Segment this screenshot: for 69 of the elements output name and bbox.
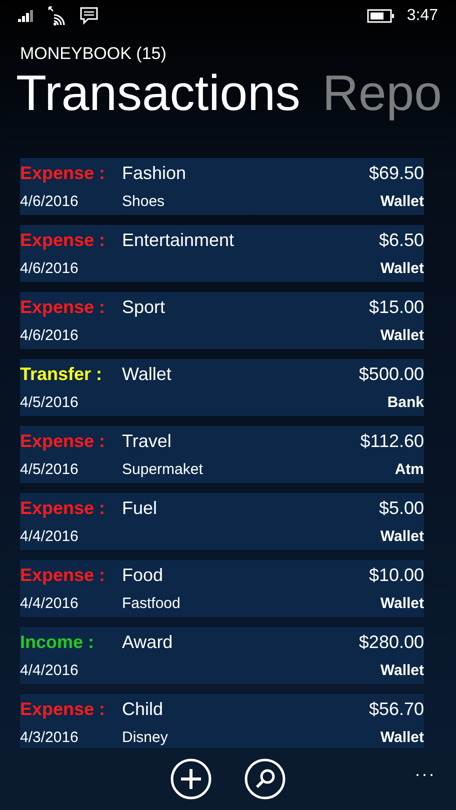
transaction-category: Fuel (122, 498, 158, 519)
transaction-date: 4/5/2016 (20, 394, 80, 412)
transaction-type: Expense : (20, 698, 106, 720)
transaction-account: Wallet (380, 528, 424, 546)
transaction-account: Wallet (380, 729, 424, 746)
transaction-account: Bank (387, 394, 424, 412)
transaction-note: Supermaket (122, 461, 204, 478)
message-icon (80, 7, 98, 25)
transaction-date: 4/4/2016 (20, 528, 80, 546)
transaction-account: Wallet (380, 662, 424, 680)
transaction-amount: $10.00 (368, 564, 424, 586)
transaction-item[interactable]: Transfer : Wallet $500.00 4/5/2016 Bank (20, 359, 424, 416)
transaction-date: 4/6/2016 (20, 193, 80, 210)
transaction-item[interactable]: Expense : Sport $15.00 4/6/2016 Wallet (20, 292, 424, 349)
transaction-type: Transfer : (20, 364, 104, 385)
transaction-type: Expense : (20, 430, 106, 452)
transaction-date: 4/6/2016 (20, 260, 80, 278)
transaction-type: Expense : (20, 230, 106, 251)
transaction-account: Wallet (380, 327, 424, 344)
transaction-amount: $56.70 (368, 698, 424, 720)
pivot-tab[interactable]: Repo (322, 64, 442, 122)
transaction-type: Expense : (20, 296, 106, 318)
clock-time: 3:47 (406, 7, 438, 25)
transaction-amount: $15.00 (368, 296, 424, 318)
transaction-item[interactable]: Expense : Child $56.70 4/3/2016 Disney Wallet (20, 694, 424, 748)
search-icon[interactable] (244, 758, 286, 800)
transaction-category: Award (122, 632, 174, 653)
transaction-item[interactable]: Expense : Fuel $5.00 4/4/2016 Wallet (20, 493, 424, 550)
transaction-amount: $6.50 (378, 230, 424, 251)
transaction-item[interactable]: Expense : Entertainment $6.50 4/6/2016 Wallet (20, 225, 424, 282)
transaction-category: Sport (122, 296, 166, 318)
transaction-amount: $69.50 (368, 162, 424, 184)
transaction-type: Expense : (20, 162, 106, 184)
transaction-date: 4/3/2016 (20, 729, 80, 746)
transaction-item[interactable]: Income : Award $280.00 4/4/2016 Wallet (20, 627, 424, 684)
transaction-item[interactable]: Expense : Travel $112.60 4/5/2016 Supermaket Atm (20, 426, 424, 483)
pivot-tab[interactable]: Transactions (16, 64, 300, 122)
transaction-amount: $112.60 (360, 430, 424, 452)
transaction-item[interactable]: Expense : Food $10.00 4/4/2016 Fastfood Wallet (20, 560, 424, 617)
transaction-type: Expense : (20, 564, 106, 586)
signal-icon (18, 10, 36, 22)
wifi-icon (48, 6, 68, 26)
transaction-type: Expense : (20, 498, 106, 519)
transaction-category: Entertainment (122, 230, 236, 251)
transaction-note: Disney (122, 729, 169, 746)
transaction-date: 4/5/2016 (20, 461, 80, 478)
transaction-item[interactable]: Expense : Fashion $69.50 4/6/2016 Shoes Wallet (20, 158, 424, 215)
transaction-account: Wallet (380, 193, 424, 210)
transaction-account: Wallet (380, 260, 424, 278)
transaction-category: Food (122, 564, 164, 586)
transaction-category: Fashion (122, 162, 188, 184)
transaction-type: Income : (20, 632, 96, 653)
app-title: MONEYBOOK (15) (20, 44, 168, 64)
transaction-date: 4/4/2016 (20, 662, 80, 680)
add-icon[interactable] (170, 758, 212, 800)
more-button[interactable]: ... (414, 760, 436, 781)
transaction-category: Child (122, 698, 164, 720)
transaction-date: 4/6/2016 (20, 327, 80, 344)
transaction-category: Wallet (122, 364, 172, 385)
battery-icon (366, 9, 395, 23)
transaction-note: Shoes (122, 193, 166, 210)
transaction-date: 4/4/2016 (20, 595, 80, 612)
transaction-amount: $500.00 (358, 364, 424, 385)
transaction-account: Wallet (380, 595, 424, 612)
transaction-note: Fastfood (122, 595, 182, 612)
transaction-amount: $5.00 (378, 498, 424, 519)
transaction-amount: $280.00 (358, 632, 424, 653)
transaction-account: Atm (394, 461, 424, 478)
transaction-category: Travel (122, 430, 172, 452)
